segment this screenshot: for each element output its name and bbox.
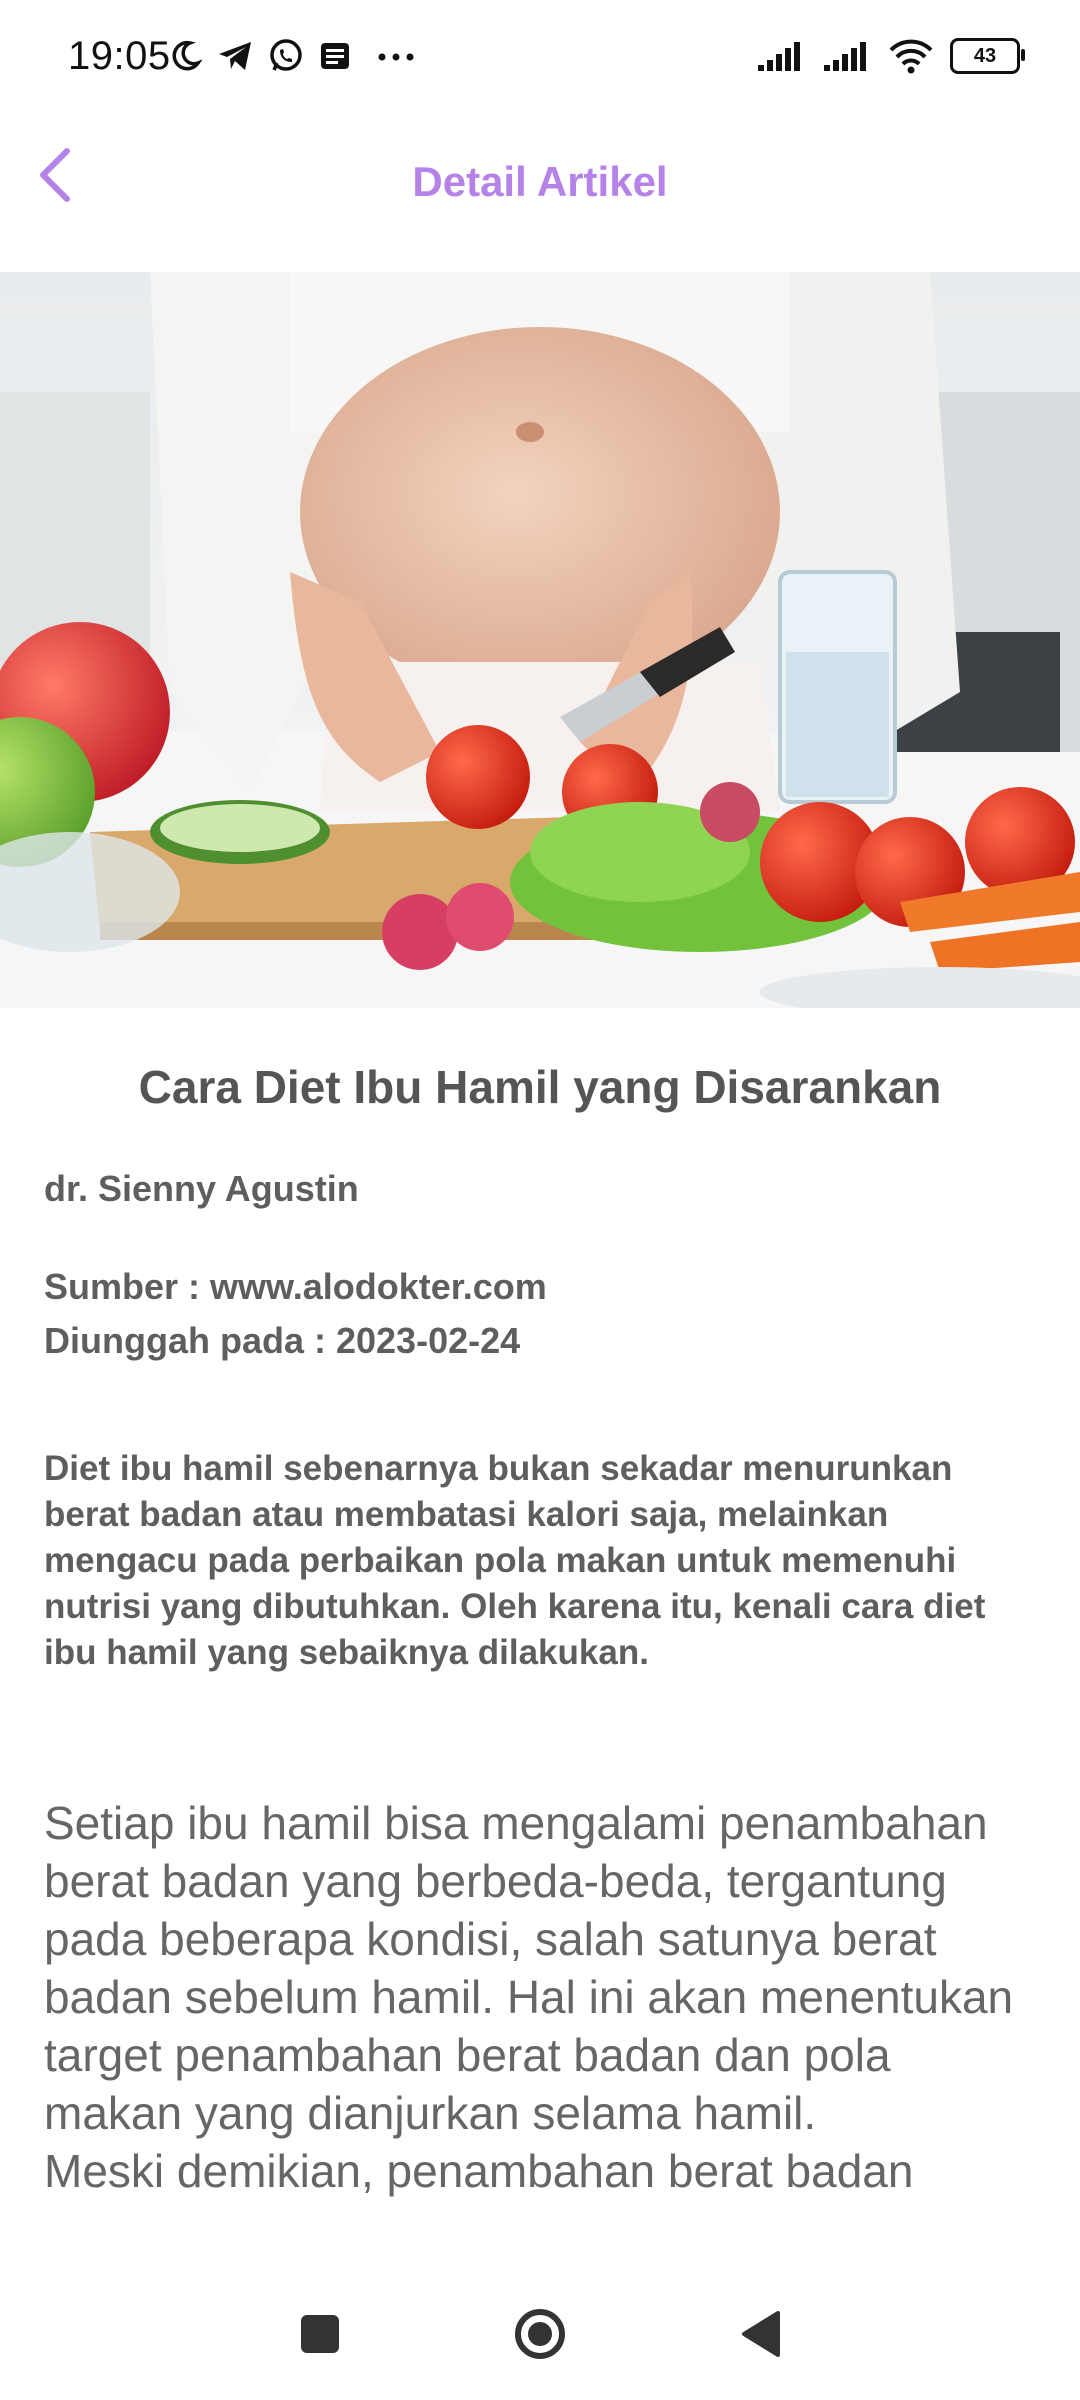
telegram-icon [219, 42, 251, 70]
article-source: Sumber : www.alodokter.com [44, 1266, 547, 1307]
signal-icon [824, 42, 866, 71]
article-content: Cara Diet Ibu Hamil yang Disarankan dr. … [0, 1008, 1080, 2268]
page-title: Detail Artikel [412, 158, 668, 205]
article-body-paragraph: Meski demikian, penambahan berat badan [44, 2145, 914, 2197]
article-hero-image [0, 272, 1080, 1008]
whatsapp-icon [270, 39, 302, 71]
system-nav-bar [0, 2268, 1080, 2400]
home-icon-dot [528, 2322, 552, 2346]
battery-icon: 43 [950, 38, 1025, 74]
article-upload-date: Diunggah pada : 2023-02-24 [44, 1320, 521, 1361]
back-triangle-icon [742, 2311, 780, 2357]
status-bar: 19:05 43 [0, 0, 1080, 120]
moon-icon [172, 40, 202, 71]
status-right-icons: 43 [756, 38, 1025, 74]
article-summary: Diet ibu hamil sebenarnya bukan sekadar … [44, 1449, 986, 1672]
home-icon [515, 2309, 565, 2359]
more-dots-icon [378, 53, 414, 61]
signal-icon [758, 42, 800, 71]
wifi-icon [889, 39, 933, 74]
screen: 19:05 43 Detail Artikel Cara Diet Ibu Ha… [0, 0, 1080, 2400]
article-body-paragraph: Setiap ibu hamil bisa mengalami penambah… [44, 1797, 1014, 2139]
recents-button[interactable] [280, 2294, 360, 2374]
hero-illustration [0, 272, 1080, 1008]
battery-level: 43 [973, 44, 997, 67]
article-author: dr. Sienny Agustin [44, 1168, 359, 1209]
recents-icon [301, 2315, 339, 2353]
status-time: 19:05 [68, 34, 171, 78]
app-header: Detail Artikel [0, 120, 1080, 270]
system-back-button[interactable] [720, 2294, 800, 2374]
notes-icon [321, 43, 349, 69]
article-body: Setiap ibu hamil bisa mengalami penambah… [44, 1794, 1040, 2200]
home-button[interactable] [500, 2294, 580, 2374]
scroll-fade [0, 2238, 1080, 2268]
status-left-icons [168, 38, 418, 74]
article-title: Cara Diet Ibu Hamil yang Disarankan [138, 1061, 942, 1113]
